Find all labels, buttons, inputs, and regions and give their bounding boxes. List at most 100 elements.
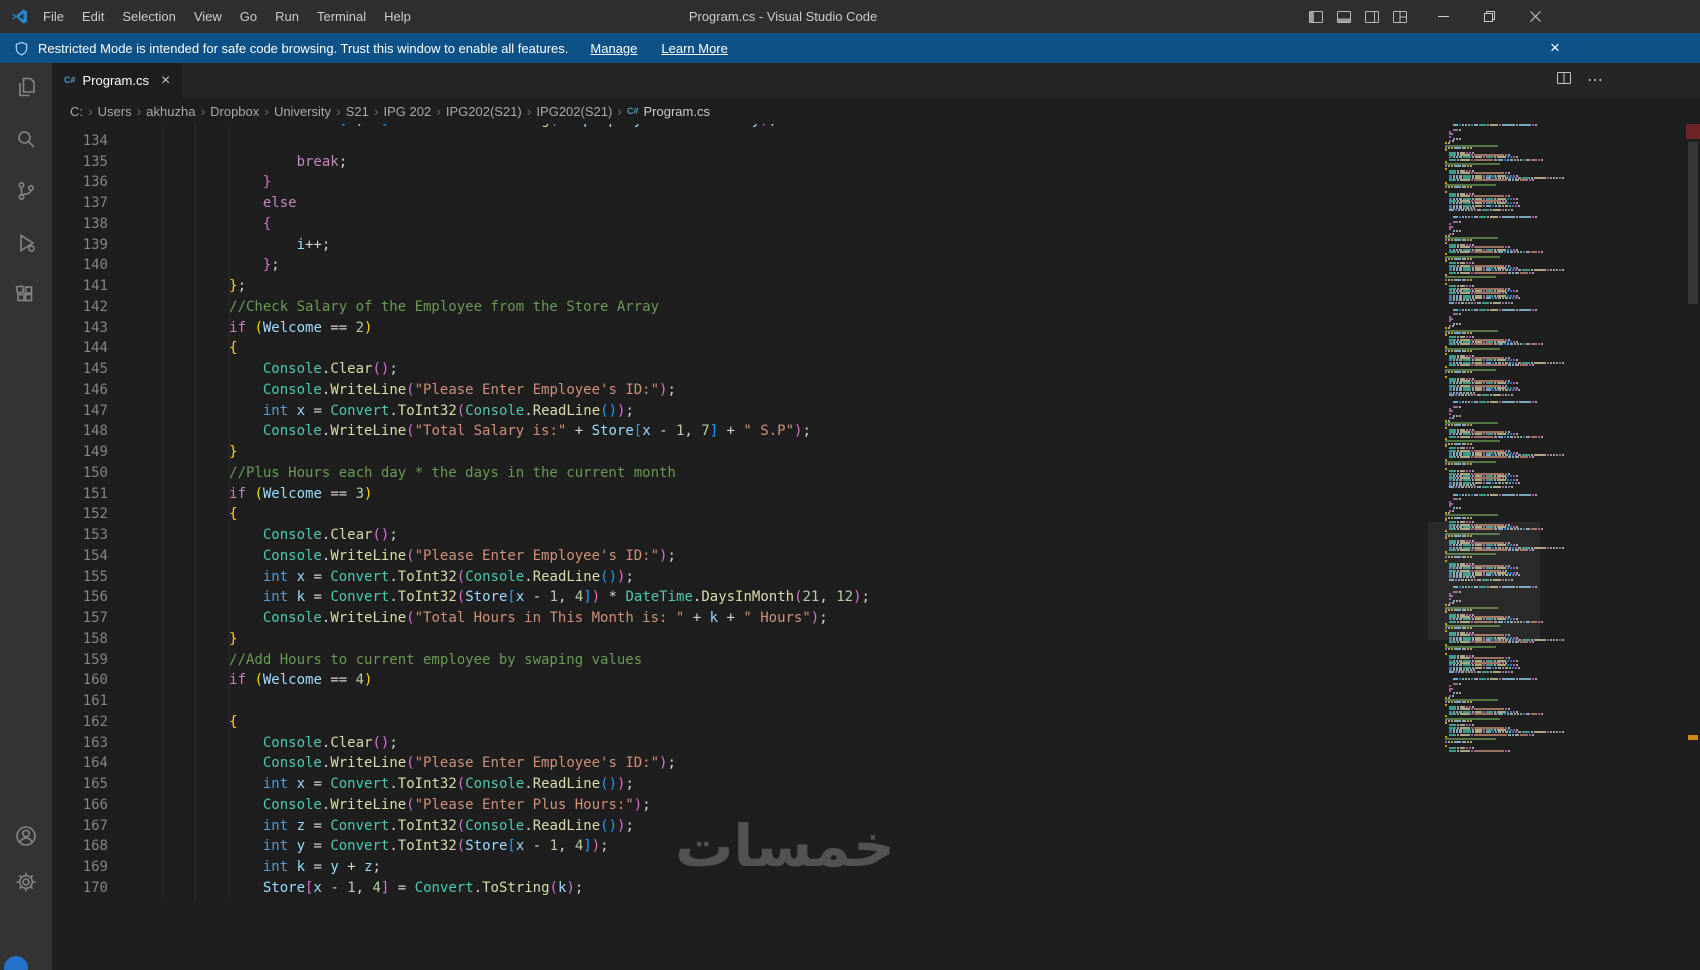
menubar-item-help[interactable]: Help xyxy=(375,0,420,33)
line-number[interactable]: 162 xyxy=(52,712,108,733)
minimap-token xyxy=(1511,389,1514,392)
run-and-debug-icon[interactable] xyxy=(2,231,50,255)
menubar-item-edit[interactable]: Edit xyxy=(73,0,113,33)
settings-gear-icon[interactable] xyxy=(2,870,50,894)
minimap-token xyxy=(1532,364,1535,366)
line-number[interactable]: 152 xyxy=(52,504,108,525)
menubar-item-view[interactable]: View xyxy=(185,0,231,33)
line-number[interactable]: 146 xyxy=(52,380,108,401)
code-line-165[interactable]: 165 int x = Convert.ToInt32(Console.ReadL… xyxy=(52,774,1700,795)
line-number[interactable]: 168 xyxy=(52,836,108,857)
line-number[interactable]: 154 xyxy=(52,546,108,567)
line-number[interactable]: 134 xyxy=(52,131,108,152)
code-line-170[interactable]: 170 Store[x - 1, 4] = Convert.ToString(k)… xyxy=(52,878,1700,899)
extensions-icon[interactable] xyxy=(2,283,50,307)
code-line-166[interactable]: 166 Console.WriteLine("Please Enter Plus … xyxy=(52,795,1700,816)
minimap-token xyxy=(1540,528,1543,531)
minimap-token xyxy=(1468,393,1471,396)
close-button[interactable] xyxy=(1512,0,1558,33)
line-number[interactable]: 137 xyxy=(52,193,108,214)
breadcrumb-item[interactable]: C: xyxy=(70,104,83,119)
minimap-token xyxy=(1549,546,1552,549)
accounts-icon[interactable] xyxy=(2,824,50,848)
toggle-sidebar-icon[interactable] xyxy=(1308,9,1324,25)
more-actions-icon[interactable]: ⋯ xyxy=(1587,72,1603,89)
menubar-item-selection[interactable]: Selection xyxy=(113,0,184,33)
explorer-icon[interactable] xyxy=(2,75,50,99)
line-number[interactable]: 142 xyxy=(52,297,108,318)
breadcrumb-item[interactable]: Dropbox xyxy=(210,104,259,119)
customize-layout-icon[interactable] xyxy=(1392,9,1408,25)
line-number[interactable]: 161 xyxy=(52,691,108,712)
minimap-token xyxy=(1448,393,1455,396)
code-line-167[interactable]: 167 int z = Convert.ToInt32(Console.ReadL… xyxy=(52,816,1700,837)
breadcrumb-separator-icon: › xyxy=(526,103,532,119)
line-number[interactable]: 169 xyxy=(52,857,108,878)
breadcrumb-item[interactable]: Users xyxy=(98,104,132,119)
line-number[interactable]: 150 xyxy=(52,463,108,484)
line-number[interactable]: 151 xyxy=(52,484,108,505)
minimap-token xyxy=(1470,239,1473,242)
line-number[interactable]: 156 xyxy=(52,587,108,608)
code-token: ) xyxy=(566,879,575,896)
breadcrumb-item[interactable]: S21 xyxy=(346,104,369,119)
minimap-line xyxy=(1444,652,1448,655)
code-token: } xyxy=(229,444,238,460)
line-number[interactable]: 163 xyxy=(52,733,108,754)
manage-link[interactable]: Manage xyxy=(590,41,637,56)
line-number[interactable]: 159 xyxy=(52,650,108,671)
line-number[interactable]: 167 xyxy=(52,816,108,837)
minimap-slider[interactable] xyxy=(1428,522,1540,640)
line-number[interactable]: 147 xyxy=(52,401,108,422)
line-number[interactable]: 153 xyxy=(52,525,108,546)
line-number[interactable]: 165 xyxy=(52,774,108,795)
breadcrumb-item[interactable]: akhuzha xyxy=(146,104,195,119)
breadcrumb-item[interactable]: IPG202(S21) xyxy=(446,104,522,119)
minimap-token xyxy=(1552,269,1555,272)
line-number[interactable]: 133 xyxy=(52,124,108,131)
line-number[interactable]: 144 xyxy=(52,338,108,359)
line-number[interactable]: 136 xyxy=(52,172,108,193)
menubar-item-go[interactable]: Go xyxy=(231,0,266,33)
line-number[interactable]: 139 xyxy=(52,235,108,256)
minimap[interactable] xyxy=(1428,124,1564,774)
breadcrumb-item[interactable]: IPG 202 xyxy=(384,104,432,119)
restore-button[interactable] xyxy=(1466,0,1512,33)
minimize-button[interactable] xyxy=(1420,0,1466,33)
banner-close-icon[interactable]: × xyxy=(1542,33,1568,63)
toggle-secondary-sidebar-icon[interactable] xyxy=(1364,9,1380,25)
line-number[interactable]: 138 xyxy=(52,214,108,235)
line-number[interactable]: 140 xyxy=(52,255,108,276)
breadcrumb-item[interactable]: IPG202(S21) xyxy=(536,104,612,119)
line-number[interactable]: 149 xyxy=(52,442,108,463)
code-line-169[interactable]: 169 int k = y + z; xyxy=(52,857,1700,878)
line-number[interactable]: 143 xyxy=(52,318,108,339)
menubar-item-run[interactable]: Run xyxy=(266,0,308,33)
line-number[interactable]: 160 xyxy=(52,670,108,691)
learn-more-link[interactable]: Learn More xyxy=(661,41,727,56)
line-number[interactable]: 158 xyxy=(52,629,108,650)
line-number[interactable]: 166 xyxy=(52,795,108,816)
line-number[interactable]: 170 xyxy=(52,878,108,899)
source-control-icon[interactable] xyxy=(2,179,50,203)
line-number[interactable]: 135 xyxy=(52,152,108,173)
tab-program-cs[interactable]: C# Program.cs × xyxy=(52,63,183,98)
menubar-item-terminal[interactable]: Terminal xyxy=(308,0,375,33)
scrollbar-thumb[interactable] xyxy=(1688,142,1698,304)
search-icon[interactable] xyxy=(2,127,50,151)
code-token: = xyxy=(305,776,331,792)
line-number[interactable]: 145 xyxy=(52,359,108,380)
line-number[interactable]: 141 xyxy=(52,276,108,297)
line-number[interactable]: 148 xyxy=(52,421,108,442)
line-number[interactable]: 164 xyxy=(52,753,108,774)
breadcrumb-item[interactable]: Program.cs xyxy=(643,104,709,119)
code-line-168[interactable]: 168 int y = Convert.ToInt32(Store[x - 1, … xyxy=(52,836,1700,857)
line-number[interactable]: 157 xyxy=(52,608,108,629)
split-editor-icon[interactable] xyxy=(1556,70,1572,91)
toggle-panel-icon[interactable] xyxy=(1336,9,1352,25)
breadcrumb-item[interactable]: University xyxy=(274,104,331,119)
menubar-item-file[interactable]: File xyxy=(34,0,73,33)
scrollbar[interactable] xyxy=(1686,124,1700,970)
tab-close-icon[interactable]: × xyxy=(161,72,170,89)
line-number[interactable]: 155 xyxy=(52,567,108,588)
